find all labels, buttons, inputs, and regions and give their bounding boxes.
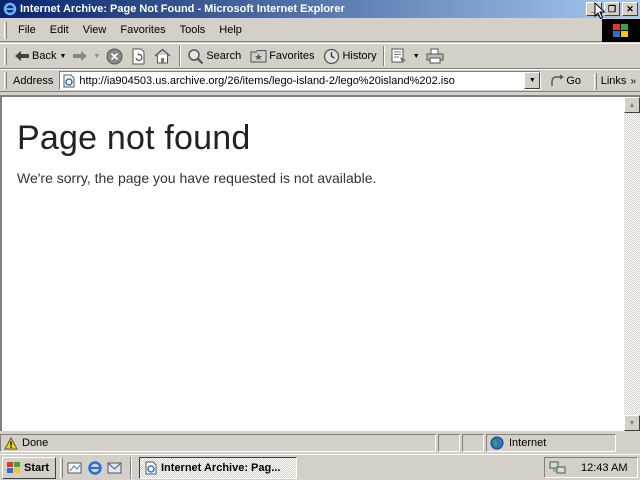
system-tray: 12:43 AM [544, 457, 638, 478]
address-label: Address [13, 74, 54, 87]
go-label: Go [566, 74, 582, 87]
favorites-button[interactable]: Favorites [247, 45, 317, 67]
go-button[interactable]: Go [547, 74, 584, 88]
security-zone-panel: Internet [486, 434, 616, 452]
links-label: Links [600, 75, 627, 87]
start-label: Start [24, 461, 50, 474]
status-text-panel: Done [0, 434, 436, 452]
print-button[interactable] [423, 45, 449, 67]
status-panel [438, 434, 460, 452]
address-input[interactable]: http://ia904503.us.archive.org/26/items/… [59, 71, 542, 90]
back-dropdown-icon[interactable]: ▼ [59, 53, 66, 60]
refresh-button[interactable] [128, 45, 151, 67]
history-icon [324, 48, 340, 64]
toolbar-grip[interactable] [593, 72, 597, 90]
start-button[interactable]: Start [2, 456, 56, 479]
stop-button[interactable] [103, 45, 128, 67]
home-button[interactable] [151, 45, 176, 67]
back-button[interactable]: Back ▼ [11, 45, 69, 67]
forward-arrow-icon [73, 51, 88, 61]
toolbar-separator [179, 46, 182, 66]
page-icon [63, 74, 75, 87]
menu-favorites[interactable]: Favorites [113, 22, 172, 38]
quick-launch [60, 457, 127, 478]
forward-dropdown-icon[interactable]: ▼ [93, 53, 100, 60]
back-arrow-icon [15, 51, 29, 61]
quick-launch-grip[interactable] [60, 457, 63, 478]
page-heading: Page not found [17, 119, 251, 157]
favorites-icon [250, 50, 267, 63]
chevron-right-icon[interactable]: » [630, 76, 636, 87]
links-toolbar[interactable]: Links » [588, 70, 640, 92]
clock[interactable]: 12:43 AM [581, 462, 627, 474]
web-page: Page not found We're sorry, the page you… [2, 97, 622, 431]
mail-dropdown-icon[interactable]: ▼ [413, 53, 420, 60]
globe-icon [490, 436, 504, 450]
desktop-icon[interactable] [67, 460, 83, 476]
title-bar[interactable]: Internet Archive: Page Not Found - Micro… [0, 0, 640, 18]
ie-icon [3, 2, 17, 16]
mail-icon [391, 48, 406, 63]
refresh-icon [132, 48, 145, 64]
toolbar-separator [382, 46, 385, 66]
stop-icon [106, 48, 123, 64]
menu-edit[interactable]: Edit [43, 22, 76, 38]
address-url: http://ia904503.us.archive.org/26/items/… [79, 74, 455, 87]
resize-grip-icon[interactable] [626, 436, 640, 450]
toolbar-grip[interactable] [4, 21, 7, 39]
history-button[interactable]: History [320, 45, 379, 67]
task-label: Internet Archive: Pag... [161, 461, 281, 474]
vertical-scrollbar[interactable]: ▲ ▼ [624, 97, 640, 431]
scroll-down-button[interactable]: ▼ [624, 415, 640, 431]
status-panel [462, 434, 484, 452]
warning-icon [4, 436, 18, 449]
network-icon[interactable] [549, 460, 567, 476]
windows-logo-icon [602, 19, 640, 42]
search-icon [188, 48, 204, 64]
page-message: We're sorry, the page you have requested… [17, 170, 377, 186]
taskbar-ie-window-button[interactable]: Internet Archive: Pag... [139, 456, 297, 479]
address-dropdown-button[interactable]: ▼ [524, 72, 541, 89]
toolbar-grip[interactable] [4, 72, 7, 89]
print-icon [426, 48, 444, 64]
window-title: Internet Archive: Page Not Found - Micro… [20, 3, 345, 15]
outlook-express-icon[interactable] [107, 460, 123, 476]
home-icon [154, 48, 171, 64]
address-bar: Address http://ia904503.us.archive.org/2… [0, 69, 640, 92]
standard-toolbar: Back ▼ ▼ Search Favorites History ▼ [0, 43, 640, 69]
restore-button[interactable]: ❐ [604, 2, 620, 16]
scroll-up-button[interactable]: ▲ [624, 97, 640, 113]
search-button[interactable]: Search [184, 45, 244, 67]
taskbar: Start Internet Archive: Pag... 12:43 AM [0, 454, 640, 480]
mail-button[interactable]: ▼ [388, 45, 423, 67]
ie-icon [145, 461, 157, 474]
menu-view[interactable]: View [76, 22, 114, 38]
taskbar-separator [130, 456, 132, 479]
zone-text: Internet [509, 437, 547, 449]
menu-help[interactable]: Help [212, 22, 249, 38]
windows-flag-icon [7, 461, 20, 473]
status-text: Done [22, 437, 49, 449]
mouse-cursor-icon [594, 2, 606, 20]
favorites-label: Favorites [269, 50, 315, 62]
close-button[interactable]: ✕ [622, 2, 638, 16]
status-bar: Done Internet [0, 433, 640, 453]
menu-tools[interactable]: Tools [173, 22, 213, 38]
menu-bar: File Edit View Favorites Tools Help [0, 19, 640, 42]
history-label: History [342, 50, 377, 62]
go-arrow-icon [551, 74, 565, 86]
menu-file[interactable]: File [11, 22, 43, 38]
forward-button[interactable]: ▼ [69, 45, 103, 67]
search-label: Search [206, 50, 242, 62]
internet-explorer-icon[interactable] [87, 460, 103, 476]
back-label: Back [32, 50, 57, 62]
browser-content: Page not found We're sorry, the page you… [0, 95, 640, 431]
toolbar-grip[interactable] [4, 47, 7, 65]
